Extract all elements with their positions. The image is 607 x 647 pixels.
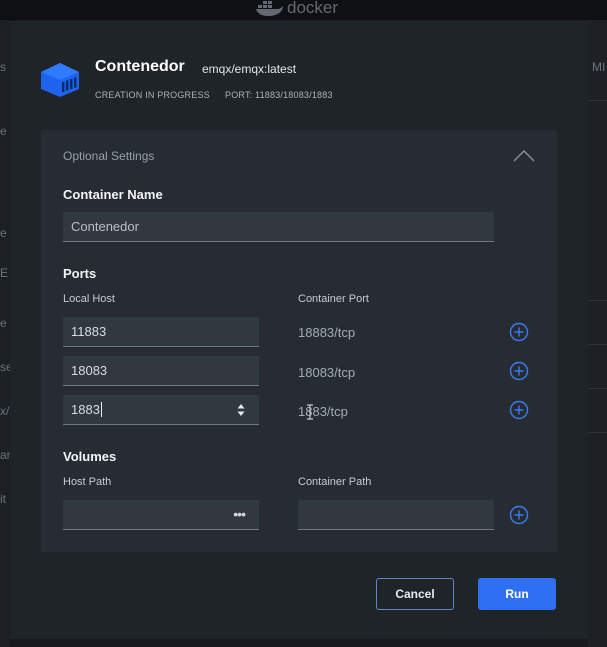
status-text: CREATION IN PROGRESS bbox=[95, 90, 210, 100]
volumes-label: Volumes bbox=[63, 449, 117, 464]
more-horizontal-icon[interactable]: ••• bbox=[233, 507, 246, 521]
docker-logo: docker bbox=[256, 0, 338, 18]
add-port-icon[interactable] bbox=[509, 322, 529, 342]
panel-title: Optional Settings bbox=[63, 149, 155, 163]
background-sidebar: s e e E e se x/ ar it bbox=[0, 20, 13, 647]
text-cursor-icon bbox=[307, 404, 313, 420]
local-port-value: 18083 bbox=[71, 363, 108, 378]
run-container-dialog: Contenedor emqx/emqx:latest CREATION IN … bbox=[10, 21, 588, 639]
add-port-icon[interactable] bbox=[509, 361, 529, 381]
local-port-value: 1883 bbox=[71, 402, 100, 417]
local-port-value: 11883 bbox=[71, 324, 107, 339]
bg-text-fragment: s bbox=[0, 60, 6, 74]
background-panel: MI bbox=[588, 20, 607, 647]
container-name-input[interactable]: Contenedor bbox=[63, 212, 494, 242]
bg-text-fragment: E bbox=[0, 266, 9, 280]
container-port-label: Container Port bbox=[298, 293, 369, 305]
docker-whale-icon bbox=[256, 1, 283, 16]
divider bbox=[588, 300, 607, 301]
local-host-label: Local Host bbox=[63, 293, 115, 305]
ports-label: Ports bbox=[63, 266, 97, 281]
app-name: docker bbox=[287, 0, 339, 17]
image-tag: emqx/emqx:latest bbox=[202, 62, 297, 76]
divider bbox=[588, 344, 607, 345]
bg-text-fragment: x/ bbox=[0, 404, 10, 418]
bg-text-fragment: e bbox=[0, 226, 7, 240]
divider bbox=[588, 432, 607, 433]
container-name-label: Container Name bbox=[63, 187, 163, 202]
chevron-up-icon[interactable] bbox=[513, 150, 535, 162]
container-icon bbox=[41, 63, 79, 97]
optional-settings-panel: Optional Settings Container Name Contene… bbox=[41, 130, 557, 552]
container-path-label: Container Path bbox=[298, 476, 372, 488]
bg-text-fragment: MI bbox=[592, 60, 606, 74]
container-port-value: 18883/tcp bbox=[298, 325, 356, 340]
cancel-button[interactable]: Cancel bbox=[376, 578, 454, 610]
add-port-icon[interactable] bbox=[509, 400, 529, 420]
container-port-value: 18083/tcp bbox=[298, 365, 356, 380]
container-path-input[interactable] bbox=[298, 500, 494, 530]
divider bbox=[588, 388, 607, 389]
bg-text-fragment: it bbox=[0, 492, 6, 506]
run-button[interactable]: Run bbox=[478, 578, 556, 610]
number-spinner-icon[interactable] bbox=[237, 403, 245, 417]
host-path-input[interactable]: ••• bbox=[63, 500, 259, 530]
text-caret bbox=[100, 402, 102, 417]
local-port-input-active[interactable]: 1883 bbox=[63, 395, 259, 425]
local-port-input[interactable]: 18083 bbox=[63, 356, 259, 386]
divider bbox=[588, 100, 607, 101]
bg-text-fragment: e bbox=[0, 316, 7, 330]
bg-text-fragment: e bbox=[0, 124, 7, 138]
container-name-value: Contenedor bbox=[71, 219, 139, 234]
local-port-input[interactable]: 11883 bbox=[63, 317, 259, 347]
add-volume-icon[interactable] bbox=[509, 505, 529, 525]
ports-summary: PORT: 11883/18083/1883 bbox=[225, 90, 333, 100]
host-path-label: Host Path bbox=[63, 476, 112, 488]
dialog-title: Contenedor bbox=[95, 58, 185, 75]
